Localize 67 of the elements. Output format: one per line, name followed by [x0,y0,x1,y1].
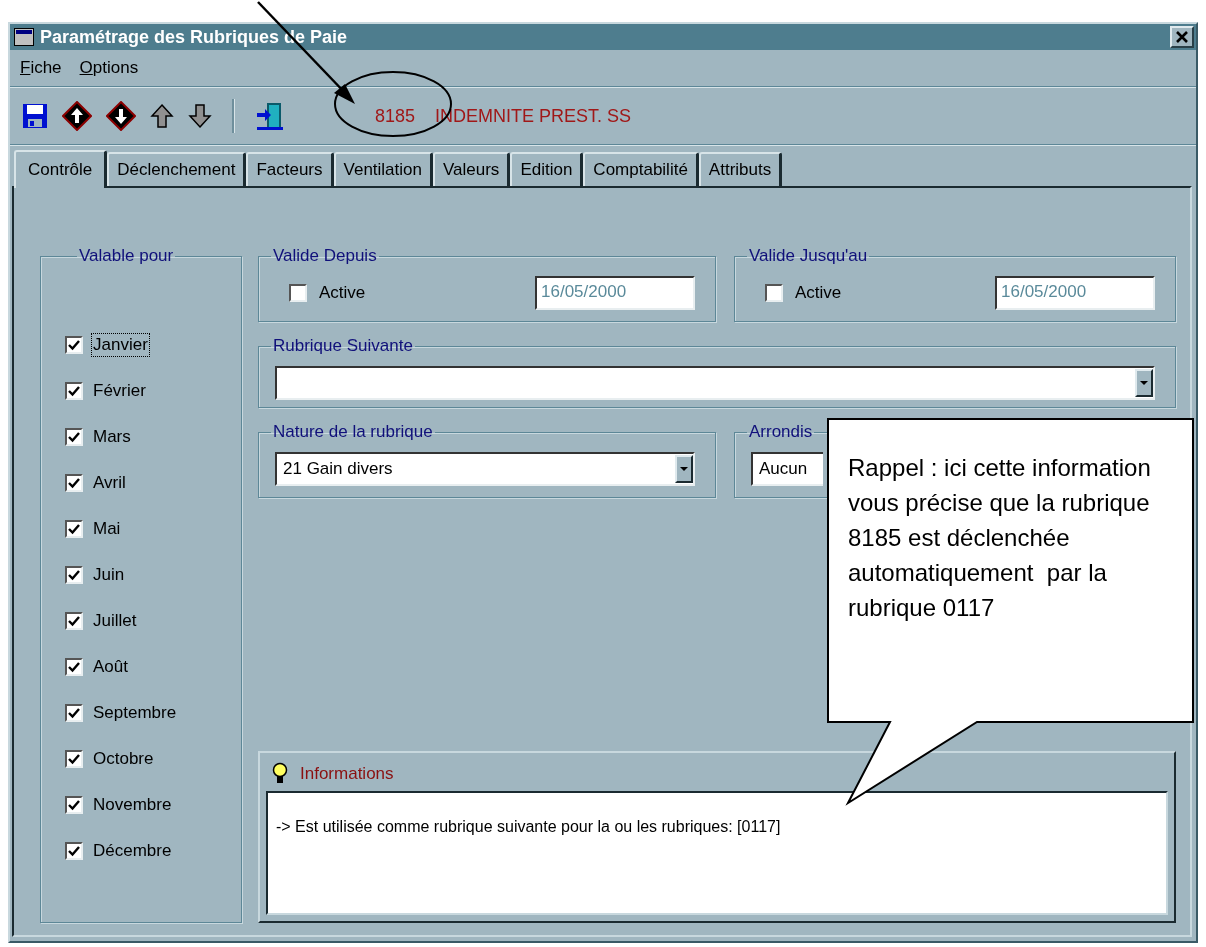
checkbox-label[interactable]: Novembre [91,793,174,817]
group-label: Valide Jusqu'au [748,246,869,266]
arrow-down-icon[interactable] [188,103,212,129]
information-text: -> Est utilisée comme rubrique suivante pour la ou les rubriques: [0117] [276,818,781,835]
checkbox-label[interactable]: Avril [91,471,128,495]
combo-box[interactable] [275,366,1155,400]
checkbox[interactable] [65,520,83,538]
checkbox[interactable] [65,704,83,722]
tab[interactable]: Contrôle [14,150,108,188]
close-icon [1175,30,1189,44]
checkbox-label[interactable]: Juin [91,563,127,587]
checkbox-label[interactable]: Décembre [91,839,174,863]
checkbox[interactable] [765,284,783,302]
checkbox[interactable] [65,842,83,860]
checkbox[interactable] [65,474,83,492]
date-field[interactable]: 16/05/2000 [995,276,1155,310]
down-diamond-icon[interactable] [106,101,136,131]
checkbox[interactable] [65,428,83,446]
combo-box[interactable]: Aucun [751,452,823,486]
menu-item[interactable]: Options [79,58,139,78]
caret-icon [679,466,689,472]
tab[interactable]: Edition [510,152,584,186]
checkbox-label[interactable]: Février [91,379,148,403]
caret-icon [1139,380,1149,386]
group-label: Valide Depuis [272,246,378,266]
checkbox[interactable] [65,382,83,400]
tab[interactable]: Attributs [698,152,783,186]
checkbox-label[interactable]: Active [793,281,844,305]
arrow-up-icon[interactable] [150,103,174,129]
group-label: Rubrique Suivante [272,336,414,356]
checkbox[interactable] [65,796,83,814]
lightbulb-icon [272,762,288,786]
information-title: Informations [300,764,394,784]
date-field[interactable]: 16/05/2000 [535,276,695,310]
checkbox-label[interactable]: Août [91,655,130,679]
callout-text: Rappel : ici cette information vous précise que la rubrique 8185 est déclenchée automatiquement par la rubrique 0117 [848,453,1152,623]
up-diamond-icon[interactable] [62,101,92,131]
tab[interactable]: Déclenchement [107,152,247,186]
tab[interactable]: Comptabilité [583,152,699,186]
checkbox[interactable] [289,284,307,302]
checkbox-label[interactable]: Octobre [91,747,156,771]
menu-item[interactable]: Fiche [20,58,62,78]
checkbox[interactable] [65,658,83,676]
tab[interactable]: Ventilation [333,152,433,186]
checkbox-label[interactable]: Mars [91,425,133,449]
group-label: Arrondis [748,422,814,442]
window-icon [14,28,34,46]
dropdown-button[interactable] [675,455,693,483]
checkbox-label[interactable]: Janvier [91,333,150,357]
checkbox[interactable] [65,750,83,768]
group-label: Valable pour [78,246,175,266]
checkbox-label[interactable]: Active [317,281,368,305]
close-button[interactable] [1170,26,1194,48]
group-label: Nature de la rubrique [272,422,434,442]
checkbox-label[interactable]: Septembre [91,701,179,725]
combo-box[interactable]: 21 Gain divers [275,452,695,486]
dropdown-button[interactable] [1135,369,1153,397]
exit-door-icon[interactable] [255,101,285,131]
tab[interactable]: Facteurs [246,152,334,186]
tab[interactable]: Valeurs [433,152,511,186]
checkbox[interactable] [65,612,83,630]
checkbox-label[interactable]: Juillet [91,609,139,633]
checkbox[interactable] [65,566,83,584]
record-code: 8185 [375,105,416,127]
checkbox[interactable] [65,336,83,354]
save-icon[interactable] [22,103,48,129]
checkbox-label[interactable]: Mai [91,517,123,541]
